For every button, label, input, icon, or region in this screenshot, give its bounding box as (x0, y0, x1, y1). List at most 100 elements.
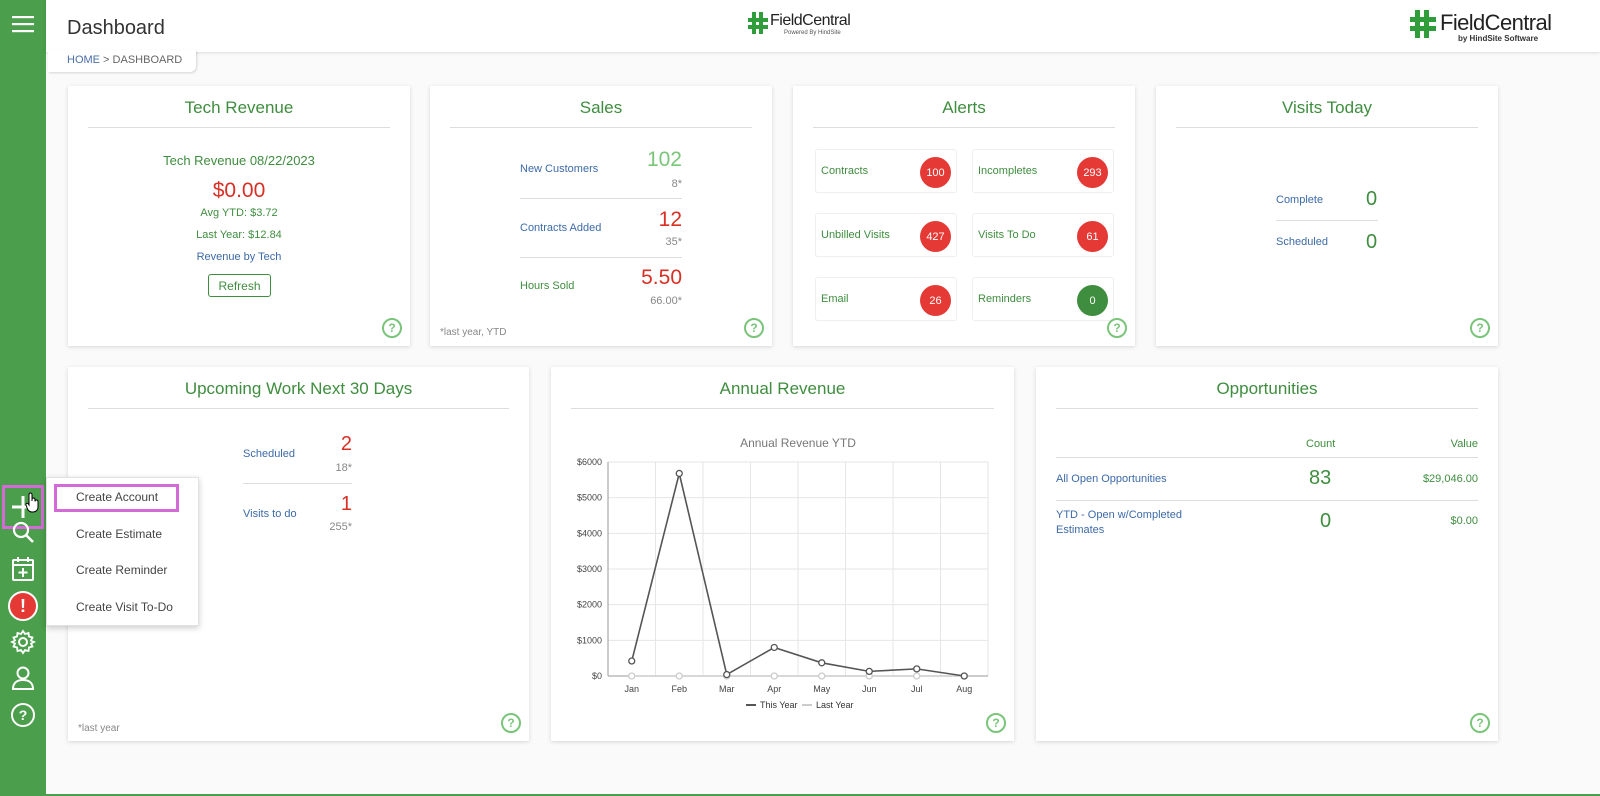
help-icon[interactable]: ? (501, 713, 521, 733)
alert-icon[interactable]: ! (0, 588, 46, 624)
tech-revenue-amount: $0.00 (212, 179, 266, 202)
annual-revenue-chart: Annual Revenue YTD $0 $1000 $2000 $3000 $4000… (577, 436, 989, 710)
data-point (628, 657, 636, 665)
alert-label: Reminders (978, 293, 1032, 305)
revenue-by-tech-link[interactable]: Revenue by Tech (68, 251, 410, 263)
breadcrumb: HOME > DASHBOARD (48, 50, 196, 72)
help-icon[interactable]: ? (382, 318, 402, 338)
svg-text:?: ? (19, 707, 28, 723)
menu-icon[interactable] (0, 6, 46, 42)
col-header-value: Value (1450, 438, 1478, 450)
divider (520, 257, 682, 258)
data-point (723, 670, 731, 679)
menu-item-create-estimate[interactable]: Create Estimate (76, 527, 162, 541)
alert-label: Visits To Do (978, 229, 1036, 241)
alert-badge: ! (8, 591, 38, 621)
data-point (960, 672, 968, 680)
calendar-add-icon[interactable] (0, 551, 46, 587)
card-title: Tech Revenue (88, 98, 390, 128)
visits-row-label[interactable]: Complete (1276, 194, 1323, 206)
help-icon[interactable]: ? (744, 318, 764, 338)
opportunity-label[interactable]: YTD - Open w/Completed Estimates (1056, 508, 1186, 538)
visits-today-card: Visits Today Complete 0 Scheduled 0 ? (1156, 86, 1498, 346)
breadcrumb-separator: > (100, 54, 113, 66)
fieldcentral-logo-right[interactable]: FieldCentral by HindSite Software (1410, 8, 1570, 51)
card-title: Visits Today (1176, 98, 1478, 128)
opportunity-label[interactable]: All Open Opportunities (1056, 473, 1167, 485)
alert-incompletes[interactable]: Incompletes 293 (972, 149, 1114, 193)
menu-item-create-account[interactable]: Create Account (76, 490, 158, 504)
sales-row-label[interactable]: New Customers (520, 163, 598, 175)
x-tick-label: Apr (767, 684, 781, 694)
menu-item-create-reminder[interactable]: Create Reminder (76, 563, 167, 577)
alert-label: Contracts (821, 165, 869, 177)
card-title: Sales (450, 98, 752, 128)
alert-email[interactable]: Email 26 (815, 277, 957, 321)
upcoming-row-sub: 18* (335, 462, 352, 474)
breadcrumb-home[interactable]: HOME (67, 54, 100, 66)
alert-count-badge: 100 (920, 157, 951, 188)
gear-icon[interactable] (0, 624, 46, 660)
logo-right-subtext: by HindSite Software (1458, 34, 1539, 43)
sidebar: ! ? (0, 0, 46, 796)
help-icon[interactable]: ? (1107, 318, 1127, 338)
upcoming-row-label[interactable]: Visits to do (243, 508, 297, 520)
search-icon[interactable] (0, 514, 46, 550)
y-tick-label: $3000 (577, 564, 602, 574)
sales-row-value: 5.50 (641, 266, 682, 289)
sales-row-sub: 8* (671, 178, 682, 190)
card-title: Alerts (813, 98, 1115, 128)
visits-row-value: 0 (1366, 188, 1378, 210)
opportunity-count: 83 (1309, 467, 1332, 489)
data-point (818, 672, 826, 680)
col-header-count: Count (1306, 438, 1336, 450)
data-point (865, 667, 873, 676)
opportunity-count: 0 (1320, 510, 1332, 532)
divider (520, 198, 682, 199)
help-icon[interactable]: ? (1470, 318, 1490, 338)
sales-row-sub: 35* (665, 236, 682, 248)
upcoming-footnote: *last year (78, 723, 120, 734)
upcoming-row-label[interactable]: Scheduled (243, 448, 295, 460)
x-tick-label: Mar (719, 684, 735, 694)
alert-count-badge: 293 (1077, 157, 1108, 188)
user-icon[interactable] (0, 660, 46, 696)
sales-row-label[interactable]: Contracts Added (520, 222, 601, 234)
data-point (770, 672, 778, 680)
help-icon[interactable]: ? (1470, 713, 1490, 733)
visits-row-value: 0 (1366, 231, 1378, 253)
alert-unbilled-visits[interactable]: Unbilled Visits 427 (815, 213, 957, 257)
data-point (818, 659, 826, 667)
refresh-button[interactable]: Refresh (208, 274, 271, 297)
card-title: Annual Revenue (571, 379, 994, 409)
y-tick-label: $5000 (577, 493, 602, 503)
alert-count-badge: 427 (920, 221, 951, 252)
help-icon[interactable]: ? (986, 713, 1006, 733)
help-circle-icon[interactable]: ? (0, 697, 46, 733)
upcoming-row-value: 1 (340, 493, 352, 515)
divider (1056, 500, 1478, 501)
fieldcentral-logo-center[interactable]: FieldCentral Powered By HindSite (748, 10, 858, 47)
visits-row-label[interactable]: Scheduled (1276, 236, 1328, 248)
y-tick-label: $2000 (577, 600, 602, 610)
alert-count-badge: 0 (1077, 285, 1108, 316)
alerts-card: Alerts Contracts 100 Incompletes 293 Unb… (793, 86, 1135, 346)
logo-right-text: FieldCentral (1440, 10, 1552, 35)
breadcrumb-current: DASHBOARD (112, 54, 183, 66)
tech-revenue-subtitle: Tech Revenue 08/22/2023 (163, 153, 315, 168)
data-point (770, 643, 778, 652)
alert-label: Incompletes (978, 165, 1038, 177)
alert-contracts[interactable]: Contracts 100 (815, 149, 957, 193)
alert-count-badge: 26 (920, 285, 951, 316)
create-dropdown-menu: Create Account Create Estimate Create Re… (46, 477, 199, 626)
x-tick-label: Feb (671, 684, 687, 694)
sales-row-value: 12 (658, 208, 682, 231)
page-title: Dashboard (67, 17, 165, 39)
tech-revenue-card: Tech Revenue Tech Revenue 08/22/2023 $0.… (68, 86, 410, 346)
sales-row-label: Hours Sold (520, 280, 575, 292)
menu-item-create-visit-todo[interactable]: Create Visit To-Do (76, 600, 173, 614)
alert-visits-to-do[interactable]: Visits To Do 61 (972, 213, 1114, 257)
avg-ytd: Avg YTD: $3.72 (200, 207, 278, 219)
alert-reminders[interactable]: Reminders 0 (972, 277, 1114, 321)
annual-revenue-card: Annual Revenue Annual Revenue YTD $0 $1000… (551, 367, 1014, 741)
